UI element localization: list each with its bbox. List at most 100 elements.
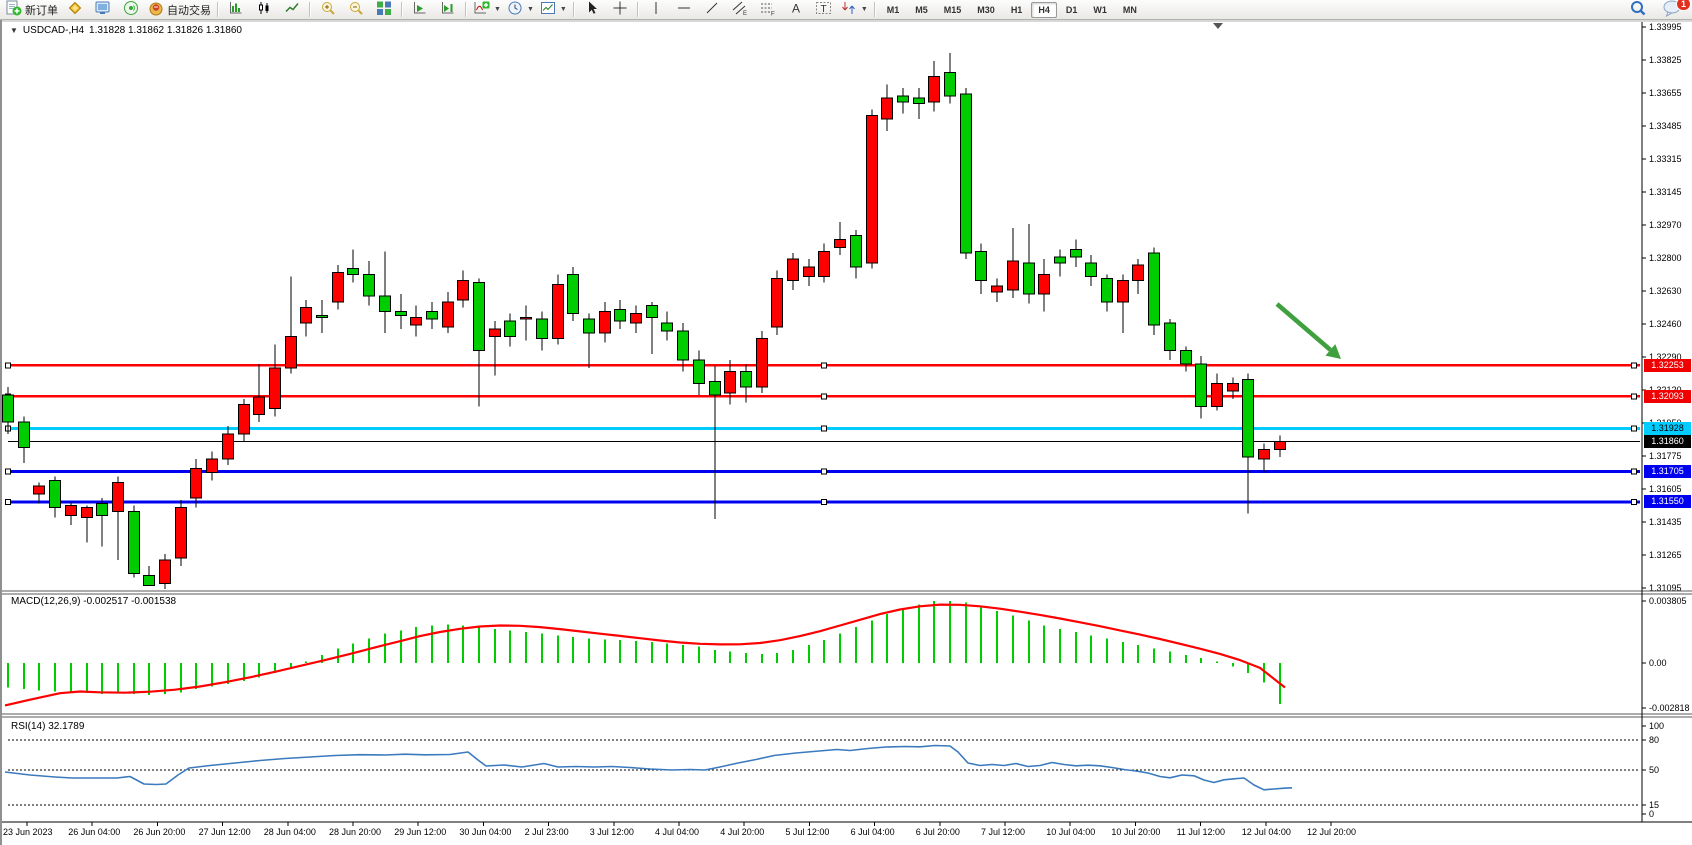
toolbar-separator: [401, 2, 403, 17]
line-chart-button[interactable]: [278, 0, 306, 20]
svg-text:E: E: [743, 11, 747, 16]
macd-histogram: [8, 601, 1280, 704]
new-order-icon: [6, 0, 22, 19]
line-handle: [6, 469, 11, 474]
text-label-button[interactable]: T: [810, 0, 838, 20]
chart-canvas[interactable]: [0, 0, 1692, 845]
gold-button[interactable]: [61, 0, 89, 20]
hline-price-tag: 1.32253: [1644, 359, 1691, 372]
horizontal-line-icon: [676, 0, 692, 19]
text-icon: A: [789, 0, 803, 19]
notification-badge: 1: [1676, 0, 1691, 11]
autotrade-button[interactable]: 自动交易: [145, 0, 214, 20]
hline-price-tag: 1.31550: [1644, 495, 1691, 508]
chat-button[interactable]: 1: [1658, 0, 1686, 20]
tile-windows-button[interactable]: [370, 0, 398, 20]
vertical-line-icon: [649, 0, 663, 19]
channel-icon: E: [731, 0, 748, 19]
chart-menu-icon[interactable]: ▼: [10, 26, 18, 35]
signals-button[interactable]: [117, 0, 145, 20]
timeframe-button-H4[interactable]: H4: [1031, 2, 1057, 18]
bid-price-tag: 1.31860: [1644, 435, 1691, 448]
crosshair-button[interactable]: [606, 0, 634, 20]
line-handle: [822, 469, 827, 474]
chart-shift-icon: [440, 0, 456, 19]
candlesticks: [3, 53, 1286, 589]
template-icon: [540, 0, 556, 19]
horizontal-line-blue-1.31550[interactable]: [6, 499, 1641, 504]
autotrade-icon: [148, 0, 164, 19]
text-label-icon: T: [815, 0, 833, 19]
zoom-out-button[interactable]: [342, 0, 370, 20]
signals-icon: [123, 0, 139, 19]
rsi-level-lines: [8, 740, 1640, 805]
horizontal-line-red-1.32253[interactable]: [6, 363, 1641, 368]
terminal-button[interactable]: [89, 0, 117, 20]
candlestick-chart-icon: [256, 0, 272, 19]
timeframe-button-MN[interactable]: MN: [1116, 2, 1144, 18]
vertical-line-button[interactable]: [642, 0, 670, 20]
horizontal-line-cyan-1.31928[interactable]: [6, 426, 1641, 431]
chevron-down-icon: ▼: [527, 6, 534, 13]
trendline-button[interactable]: [698, 0, 726, 20]
chevron-down-icon: ▼: [861, 6, 868, 13]
clock-icon: [507, 0, 523, 19]
line-handle: [1632, 499, 1637, 504]
zoom-in-button[interactable]: [314, 0, 342, 20]
toolbar-right: 1: [1624, 0, 1686, 20]
line-handle: [1632, 363, 1637, 368]
horizontal-line-button[interactable]: [670, 0, 698, 20]
channel-button[interactable]: E: [726, 0, 754, 20]
timeframe-button-D1[interactable]: D1: [1059, 2, 1085, 18]
zoom-in-icon: [320, 0, 336, 19]
toolbar-separator: [217, 2, 219, 17]
timeframe-button-M1[interactable]: M1: [880, 2, 907, 18]
chart-ohlc-values: 1.31828 1.31862 1.31826 1.31860: [89, 25, 242, 36]
line-handle: [1632, 394, 1637, 399]
hline-price-tag: 1.31928: [1644, 422, 1691, 435]
search-icon: [1629, 0, 1647, 20]
svg-text:F: F: [771, 12, 775, 17]
zoom-out-icon: [348, 0, 364, 19]
toolbar: 新订单 自动交易 ▼ ▼ ▼ E F A T ▼: [0, 0, 1692, 20]
cursor-button[interactable]: [578, 0, 606, 20]
templates-button[interactable]: ▼: [537, 0, 570, 20]
price-axis-ticks: [1642, 27, 1646, 814]
new-order-button[interactable]: 新订单: [3, 0, 61, 20]
tile-windows-icon: [376, 0, 392, 19]
text-button[interactable]: A: [782, 0, 810, 20]
macd-signal-line: [5, 605, 1285, 706]
timeframe-button-M15[interactable]: M15: [937, 2, 969, 18]
auto-scroll-icon: [412, 0, 428, 19]
toolbar-separator: [573, 2, 575, 17]
gold-bars-icon: [67, 0, 83, 19]
bar-chart-button[interactable]: [222, 0, 250, 20]
fibonacci-button[interactable]: F: [754, 0, 782, 20]
indicators-button[interactable]: ▼: [470, 0, 504, 20]
shapes-button[interactable]: ▼: [838, 0, 871, 20]
horizontal-line-blue-1.31705[interactable]: [6, 469, 1641, 474]
periods-button[interactable]: ▼: [504, 0, 537, 20]
search-button[interactable]: [1624, 0, 1652, 20]
annotation-arrow[interactable]: [1277, 304, 1341, 359]
arrow-shapes-icon: [841, 0, 857, 19]
new-order-label: 新订单: [25, 2, 58, 18]
line-handle: [6, 363, 11, 368]
auto-scroll-button[interactable]: [406, 0, 434, 20]
chart-shift-button[interactable]: [434, 0, 462, 20]
toolbar-separator: [637, 2, 639, 17]
chart-shift-marker[interactable]: [1213, 23, 1223, 29]
timeframe-button-M30[interactable]: M30: [970, 2, 1002, 18]
horizontal-line-red-1.32093[interactable]: [6, 394, 1641, 399]
chevron-down-icon: ▼: [494, 6, 501, 13]
timeframe-button-M5[interactable]: M5: [908, 2, 935, 18]
timeframe-button-H1[interactable]: H1: [1004, 2, 1030, 18]
rsi-indicator-label: RSI(14) 32.1789: [11, 721, 84, 732]
candlestick-chart-button[interactable]: [250, 0, 278, 20]
mt4-terminal: 新订单 自动交易 ▼ ▼ ▼ E F A T ▼: [0, 0, 1692, 845]
line-handle: [6, 499, 11, 504]
timeframe-button-W1[interactable]: W1: [1086, 2, 1114, 18]
macd-indicator-label: MACD(12,26,9) -0.002517 -0.001538: [11, 596, 176, 607]
toolbar-separator: [309, 2, 311, 17]
timeframe-group: M1M5M15M30H1H4D1W1MN: [879, 2, 1145, 18]
